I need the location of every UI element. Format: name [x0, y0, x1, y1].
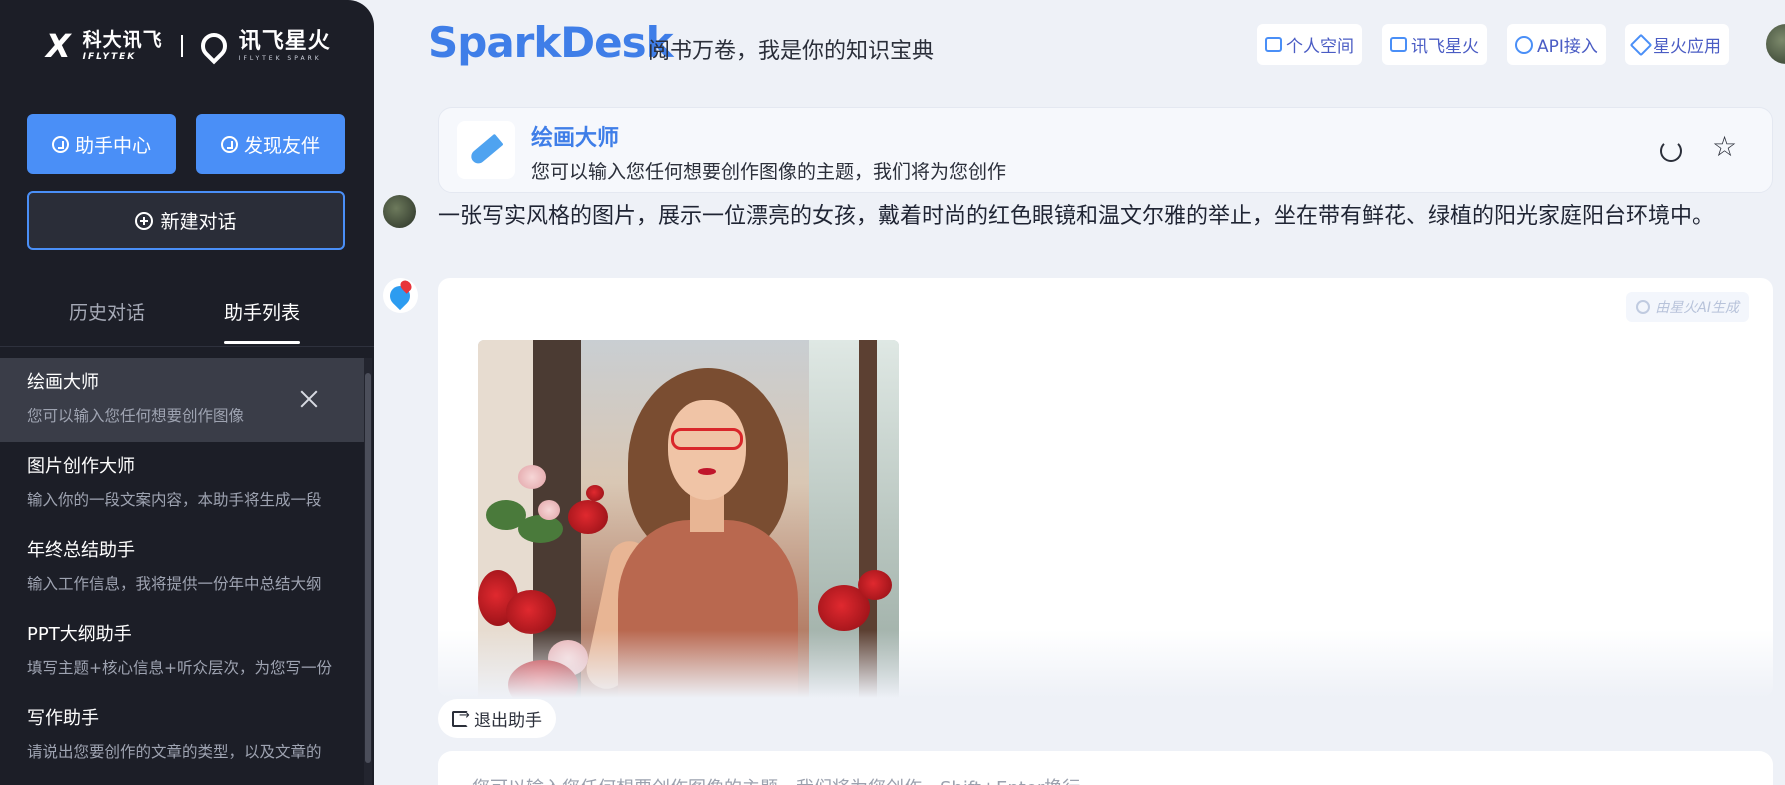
spark-cn: 讯飞星火 [238, 28, 331, 54]
brush-rocket-icon [468, 133, 504, 167]
list-item-title: PPT大纲助手 [27, 624, 132, 645]
assistant-header-card: 绘画大师 您可以输入您任何想要创作图像的主题，我们将为您创作 ☆ [438, 107, 1773, 193]
list-item-desc: 填写主题+核心信息+听众层次，为您写一份 [27, 658, 332, 677]
iflytek-logo-icon: X [46, 27, 71, 65]
assistant-icon [51, 135, 69, 153]
laptop-icon [1390, 37, 1407, 52]
list-item[interactable]: 写作助手 请说出您要创作的文章的类型，以及文章的 [0, 694, 364, 778]
exit-icon [452, 708, 470, 727]
api-icon [1515, 35, 1533, 54]
assistant-list: 绘画大师 您可以输入您任何想要创作图像 图片创作大师 输入你的一段文案内容，本助… [0, 358, 364, 778]
ai-generated-badge: 由星火AI生成 [1626, 292, 1749, 322]
api-access-button[interactable]: API接入 [1507, 24, 1606, 65]
list-item-desc: 您可以输入您任何想要创作图像 [27, 406, 245, 425]
tab-history[interactable]: 历史对话 [69, 298, 145, 330]
smile-icon [220, 135, 238, 153]
assistant-description: 您可以输入您任何想要创作图像的主题，我们将为您创作 [531, 161, 1007, 183]
cube-icon [1629, 33, 1653, 56]
close-icon[interactable] [300, 390, 318, 408]
assistant-name: 绘画大师 [531, 126, 620, 151]
logo: X 科大讯飞 IFLYTEK 讯飞星火 IFLYTEK SPARK [46, 27, 331, 65]
message-user-avatar [383, 195, 416, 228]
iflytek-spark-button[interactable]: 讯飞星火 [1382, 24, 1487, 65]
spark-logo-icon [195, 27, 233, 65]
spark-mini-icon [1636, 300, 1651, 314]
new-chat-button[interactable]: 新建对话 [27, 191, 345, 250]
refresh-icon[interactable] [1660, 140, 1682, 162]
brand-cn: 科大讯飞 [82, 28, 163, 51]
content-fade [438, 630, 1773, 698]
ai-avatar [383, 278, 418, 313]
list-item[interactable]: 绘画大师 您可以输入您任何想要创作图像 [0, 358, 364, 442]
list-item-title: 绘画大师 [27, 372, 99, 393]
list-item[interactable]: PPT大纲助手 填写主题+核心信息+听众层次，为您写一份 [0, 610, 364, 694]
assistant-center-button[interactable]: 助手中心 [27, 114, 176, 174]
user-avatar[interactable] [1766, 24, 1785, 64]
list-item-desc: 输入工作信息，我将提供一份年中总结大纲 [27, 574, 322, 593]
brand-title: SparkDesk [428, 18, 674, 67]
tab-assistant-list[interactable]: 助手列表 [224, 298, 301, 344]
tab-divider [0, 346, 374, 347]
chat-input[interactable] [438, 751, 1773, 785]
brand-en: IFLYTEK [82, 51, 137, 62]
list-item-title: 图片创作大师 [27, 456, 135, 477]
sidebar: X 科大讯飞 IFLYTEK 讯飞星火 IFLYTEK SPARK 助手中心 发… [0, 0, 374, 785]
list-item-title: 写作助手 [27, 708, 99, 729]
spark-apps-button[interactable]: 星火应用 [1625, 24, 1729, 65]
list-item-desc: 请说出您要创作的文章的类型，以及文章的 [27, 742, 322, 761]
logo-divider [180, 35, 183, 57]
star-icon[interactable]: ☆ [1712, 133, 1737, 161]
assistant-avatar [457, 121, 515, 179]
list-item-title: 年终总结助手 [27, 540, 135, 561]
discover-friends-button[interactable]: 发现友伴 [196, 114, 345, 174]
spark-en: IFLYTEK SPARK [238, 54, 322, 62]
personal-space-button[interactable]: 个人空间 [1257, 24, 1362, 65]
plus-circle-icon [135, 211, 154, 230]
user-message: 一张写实风格的图片，展示一位漂亮的女孩，戴着时尚的红色眼镜和温文尔雅的举止，坐在… [438, 204, 1715, 229]
list-item-desc: 输入你的一段文案内容，本助手将生成一段 [27, 490, 322, 509]
list-item[interactable]: 图片创作大师 输入你的一段文案内容，本助手将生成一段 [0, 442, 364, 526]
list-item[interactable]: 年终总结助手 输入工作信息，我将提供一份年中总结大纲 [0, 526, 364, 610]
exit-assistant-button[interactable]: 退出助手 [438, 699, 556, 738]
folder-icon [1265, 37, 1282, 52]
slogan: 阅书万卷，我是你的知识宝典 [648, 39, 935, 64]
sidebar-scrollbar-thumb[interactable] [365, 373, 371, 763]
